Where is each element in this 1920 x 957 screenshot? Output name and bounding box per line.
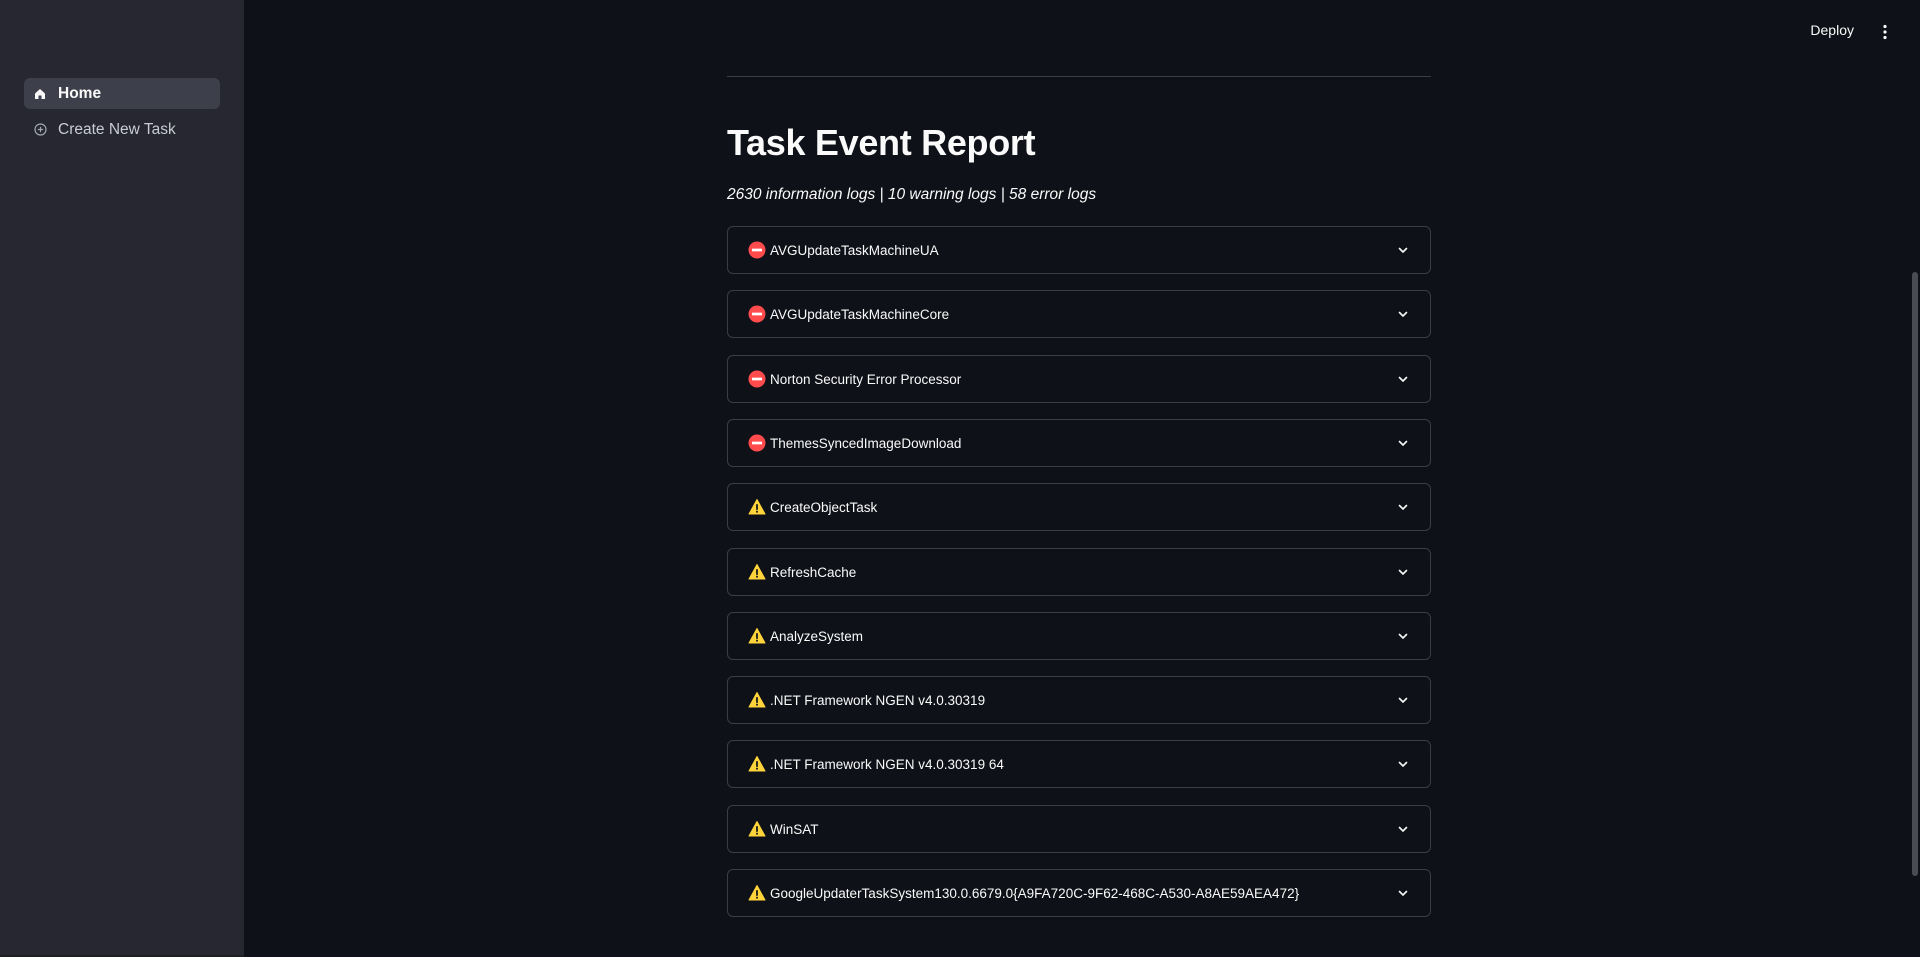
expander-error[interactable]: AVGUpdateTaskMachineCore xyxy=(727,290,1431,338)
chevron-down-icon xyxy=(1396,372,1410,386)
expander-label: CreateObjectTask xyxy=(770,499,878,515)
expander-warning[interactable]: RefreshCache xyxy=(727,548,1431,596)
expander-warning[interactable]: GoogleUpdaterTaskSystem130.0.6679.0{A9FA… xyxy=(727,869,1431,917)
chevron-down-icon xyxy=(1396,436,1410,450)
expander-label: RefreshCache xyxy=(770,564,857,580)
expander-warning[interactable]: WinSAT xyxy=(727,805,1431,853)
chevron-down-icon xyxy=(1396,307,1410,321)
expander-label: AVGUpdateTaskMachineUA xyxy=(770,242,939,258)
warning-icon xyxy=(748,563,766,581)
warning-icon xyxy=(748,691,766,709)
chevron-down-icon xyxy=(1396,822,1410,836)
expander-warning[interactable]: .NET Framework NGEN v4.0.30319 64 xyxy=(727,740,1431,788)
warning-icon xyxy=(748,627,766,645)
expander-error[interactable]: AVGUpdateTaskMachineUA xyxy=(727,226,1431,274)
sidebar: Home Create New Task xyxy=(0,0,244,957)
warning-icon xyxy=(748,820,766,838)
chevron-down-icon xyxy=(1396,500,1410,514)
expander-label: ThemesSyncedImageDownload xyxy=(770,435,962,451)
expander-label: .NET Framework NGEN v4.0.30319 xyxy=(770,692,986,708)
divider xyxy=(727,76,1431,77)
expander-label: AnalyzeSystem xyxy=(770,628,864,644)
expander-label: WinSAT xyxy=(770,821,819,837)
sidebar-item-label: Create New Task xyxy=(58,120,176,138)
sidebar-item-label: Home xyxy=(58,84,102,102)
expander-error[interactable]: Norton Security Error Processor xyxy=(727,355,1431,403)
app-root: Home Create New Task Deploy Task Event R… xyxy=(0,0,1920,957)
warning-icon xyxy=(748,755,766,773)
no-entry-icon xyxy=(748,434,766,452)
chevron-down-icon xyxy=(1396,243,1410,257)
expander-label: AVGUpdateTaskMachineCore xyxy=(770,306,950,322)
add-circle-icon xyxy=(33,123,47,137)
page-title: Task Event Report xyxy=(727,122,1036,163)
deploy-button[interactable]: Deploy xyxy=(1810,22,1854,38)
warning-icon xyxy=(748,498,766,516)
log-summary: 2630 information logs | 10 warning logs … xyxy=(727,186,1097,203)
no-entry-icon xyxy=(748,370,766,388)
expander-warning[interactable]: .NET Framework NGEN v4.0.30319 xyxy=(727,676,1431,724)
chevron-down-icon xyxy=(1396,886,1410,900)
chevron-down-icon xyxy=(1396,629,1410,643)
expander-warning[interactable]: CreateObjectTask xyxy=(727,483,1431,531)
sidebar-item-create-new-task[interactable]: Create New Task xyxy=(24,114,220,145)
chevron-down-icon xyxy=(1396,565,1410,579)
more-vertical-icon[interactable] xyxy=(1882,24,1888,40)
expander-error[interactable]: ThemesSyncedImageDownload xyxy=(727,419,1431,467)
sidebar-item-home[interactable]: Home xyxy=(24,78,220,109)
chevron-down-icon xyxy=(1396,757,1410,771)
expander-label: GoogleUpdaterTaskSystem130.0.6679.0{A9FA… xyxy=(770,885,1300,901)
no-entry-icon xyxy=(748,305,766,323)
warning-icon xyxy=(748,884,766,902)
chevron-down-icon xyxy=(1396,693,1410,707)
expander-label: Norton Security Error Processor xyxy=(770,371,962,387)
home-icon xyxy=(33,87,47,101)
expander-label: .NET Framework NGEN v4.0.30319 64 xyxy=(770,756,1004,772)
no-entry-icon xyxy=(748,241,766,259)
expander-warning[interactable]: AnalyzeSystem xyxy=(727,612,1431,660)
main-scrollbar[interactable] xyxy=(1912,272,1918,876)
